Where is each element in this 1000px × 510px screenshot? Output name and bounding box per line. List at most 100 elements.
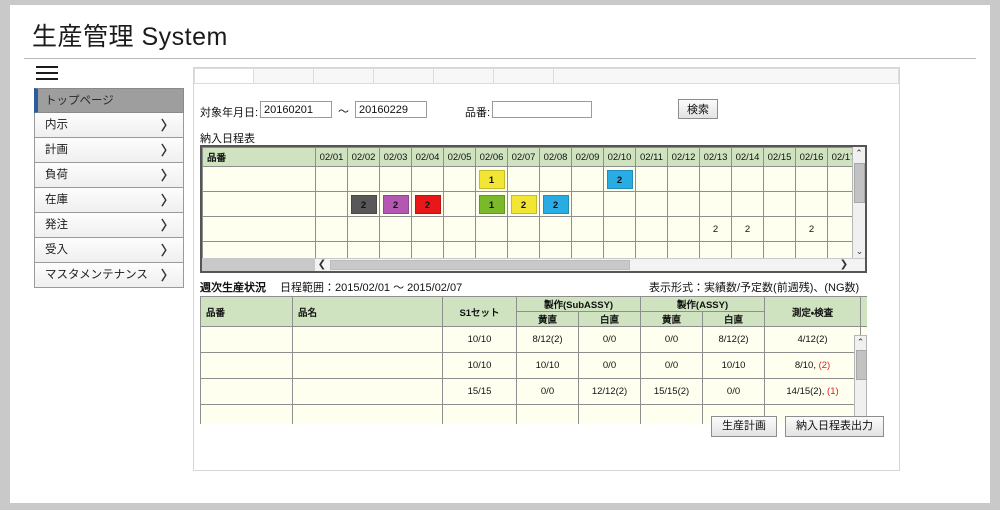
part-number-input[interactable] bbox=[492, 101, 592, 118]
delivery-grid-vertical-scrollbar[interactable]: ⌃ ⌄ bbox=[852, 147, 865, 258]
vertical-scroll-thumb[interactable] bbox=[854, 163, 865, 203]
wk-cell-part-name[interactable] bbox=[293, 353, 443, 379]
grid-cell-part[interactable] bbox=[203, 167, 316, 192]
grid-cell[interactable] bbox=[476, 217, 508, 242]
table-row[interactable]: 15/150/012/12(2)15/15(2)0/014/15(2), (1)… bbox=[201, 379, 868, 405]
grid-cell[interactable] bbox=[444, 167, 476, 192]
grid-cell[interactable] bbox=[668, 217, 700, 242]
sidebar-item-3[interactable]: 負荷〉 bbox=[34, 163, 184, 188]
wk-cell-s1set[interactable]: 15/15 bbox=[443, 379, 517, 405]
wk-cell-part-no[interactable] bbox=[201, 379, 293, 405]
grid-cell[interactable]: 2 bbox=[412, 192, 444, 217]
weekly-vertical-scroll-thumb[interactable] bbox=[856, 350, 867, 380]
tab-1[interactable] bbox=[254, 68, 314, 84]
sidebar-item-1[interactable]: 内示〉 bbox=[34, 113, 184, 138]
grid-cell[interactable] bbox=[700, 192, 732, 217]
wk-cell-assy-yellow[interactable]: 0/0 bbox=[641, 353, 703, 379]
grid-cell[interactable] bbox=[604, 217, 636, 242]
grid-cell[interactable] bbox=[764, 192, 796, 217]
grid-cell[interactable]: 2 bbox=[732, 217, 764, 242]
grid-cell[interactable] bbox=[412, 217, 444, 242]
wk-cell-assy-white[interactable]: 0/0 bbox=[703, 379, 765, 405]
wk-cell-sub-white[interactable]: 0/0 bbox=[579, 353, 641, 379]
grid-cell[interactable] bbox=[700, 167, 732, 192]
grid-cell[interactable] bbox=[540, 167, 572, 192]
grid-cell[interactable]: 2 bbox=[540, 192, 572, 217]
grid-cell[interactable] bbox=[636, 167, 668, 192]
wk-cell-sub-white[interactable] bbox=[579, 405, 641, 425]
grid-cell[interactable]: 2 bbox=[348, 192, 380, 217]
grid-cell[interactable] bbox=[604, 192, 636, 217]
grid-cell[interactable] bbox=[668, 167, 700, 192]
table-row[interactable]: 10/1010/100/00/010/108/10, (2)6/10 bbox=[201, 353, 868, 379]
sidebar-item-5[interactable]: 発注〉 bbox=[34, 213, 184, 238]
sidebar-item-2[interactable]: 計画〉 bbox=[34, 138, 184, 163]
wk-cell-inspect[interactable]: 4/12(2) bbox=[765, 327, 861, 353]
wk-cell-assy-yellow[interactable] bbox=[641, 405, 703, 425]
grid-cell[interactable] bbox=[380, 167, 412, 192]
grid-cell[interactable] bbox=[796, 167, 828, 192]
sidebar-item-4[interactable]: 在庫〉 bbox=[34, 188, 184, 213]
grid-cell[interactable] bbox=[316, 192, 348, 217]
grid-cell[interactable] bbox=[764, 167, 796, 192]
wk-cell-assy-yellow[interactable]: 0/0 bbox=[641, 327, 703, 353]
wk-cell-assy-yellow[interactable]: 15/15(2) bbox=[641, 379, 703, 405]
table-row[interactable]: 10/108/12(2)0/00/08/12(2)4/12(2)4/10 bbox=[201, 327, 868, 353]
wk-cell-part-name[interactable] bbox=[293, 327, 443, 353]
sidebar-item-7[interactable]: マスタメンテナンス〉 bbox=[34, 263, 184, 288]
grid-cell[interactable] bbox=[444, 217, 476, 242]
table-row[interactable]: 222122 bbox=[203, 192, 860, 217]
wk-cell-part-name[interactable] bbox=[293, 379, 443, 405]
wk-cell-inspect[interactable]: 8/10, (2) bbox=[765, 353, 861, 379]
tab-2[interactable] bbox=[314, 68, 374, 84]
wk-cell-s1set[interactable]: 10/10 bbox=[443, 327, 517, 353]
date-from-input[interactable] bbox=[260, 101, 332, 118]
grid-cell[interactable] bbox=[316, 217, 348, 242]
wk-cell-assy-white[interactable]: 10/10 bbox=[703, 353, 765, 379]
grid-cell[interactable]: 2 bbox=[508, 192, 540, 217]
table-row[interactable]: 12 bbox=[203, 167, 860, 192]
wk-cell-part-no[interactable] bbox=[201, 353, 293, 379]
grid-cell[interactable]: 2 bbox=[700, 217, 732, 242]
export-schedule-button[interactable]: 納入日程表出力 bbox=[785, 416, 884, 437]
grid-cell[interactable]: 2 bbox=[796, 217, 828, 242]
tab-6[interactable] bbox=[554, 68, 899, 84]
grid-cell[interactable] bbox=[668, 192, 700, 217]
wk-cell-sub-yellow[interactable] bbox=[517, 405, 579, 425]
grid-cell[interactable] bbox=[540, 217, 572, 242]
grid-cell[interactable]: 2 bbox=[604, 167, 636, 192]
grid-cell[interactable] bbox=[764, 217, 796, 242]
wk-cell-sub-white[interactable]: 0/0 bbox=[579, 327, 641, 353]
grid-cell[interactable] bbox=[412, 167, 444, 192]
grid-cell[interactable] bbox=[732, 167, 764, 192]
grid-cell[interactable] bbox=[572, 167, 604, 192]
wk-cell-sub-yellow[interactable]: 0/0 bbox=[517, 379, 579, 405]
wk-cell-part-no[interactable] bbox=[201, 327, 293, 353]
delivery-grid-horizontal-scrollbar[interactable]: ❮ ❯ bbox=[202, 258, 865, 271]
hamburger-icon[interactable] bbox=[36, 66, 58, 82]
date-to-input[interactable] bbox=[355, 101, 427, 118]
grid-cell[interactable] bbox=[348, 167, 380, 192]
wk-cell-sub-white[interactable]: 12/12(2) bbox=[579, 379, 641, 405]
wk-cell-sub-yellow[interactable]: 10/10 bbox=[517, 353, 579, 379]
wk-cell-part-name[interactable] bbox=[293, 405, 443, 425]
table-row[interactable]: 222 bbox=[203, 217, 860, 242]
scroll-up-icon[interactable]: ⌃ bbox=[853, 147, 865, 160]
scroll-left-icon[interactable]: ❮ bbox=[315, 259, 329, 271]
grid-cell[interactable]: 1 bbox=[476, 167, 508, 192]
tab-4[interactable] bbox=[434, 68, 494, 84]
weekly-vertical-scrollbar[interactable]: ⌃ ⌄ bbox=[854, 335, 867, 424]
grid-cell[interactable] bbox=[572, 192, 604, 217]
wk-cell-inspect[interactable]: 14/15(2), (1) bbox=[765, 379, 861, 405]
grid-cell[interactable] bbox=[796, 192, 828, 217]
grid-cell[interactable]: 1 bbox=[476, 192, 508, 217]
grid-cell[interactable] bbox=[572, 217, 604, 242]
wk-cell-part-no[interactable] bbox=[201, 405, 293, 425]
grid-cell-part[interactable] bbox=[203, 192, 316, 217]
grid-cell-part[interactable] bbox=[203, 217, 316, 242]
sidebar-item-0[interactable]: トップページ bbox=[34, 88, 184, 113]
grid-cell[interactable] bbox=[316, 167, 348, 192]
wk-cell-sub-yellow[interactable]: 8/12(2) bbox=[517, 327, 579, 353]
grid-cell[interactable]: 2 bbox=[380, 192, 412, 217]
grid-cell[interactable] bbox=[508, 217, 540, 242]
